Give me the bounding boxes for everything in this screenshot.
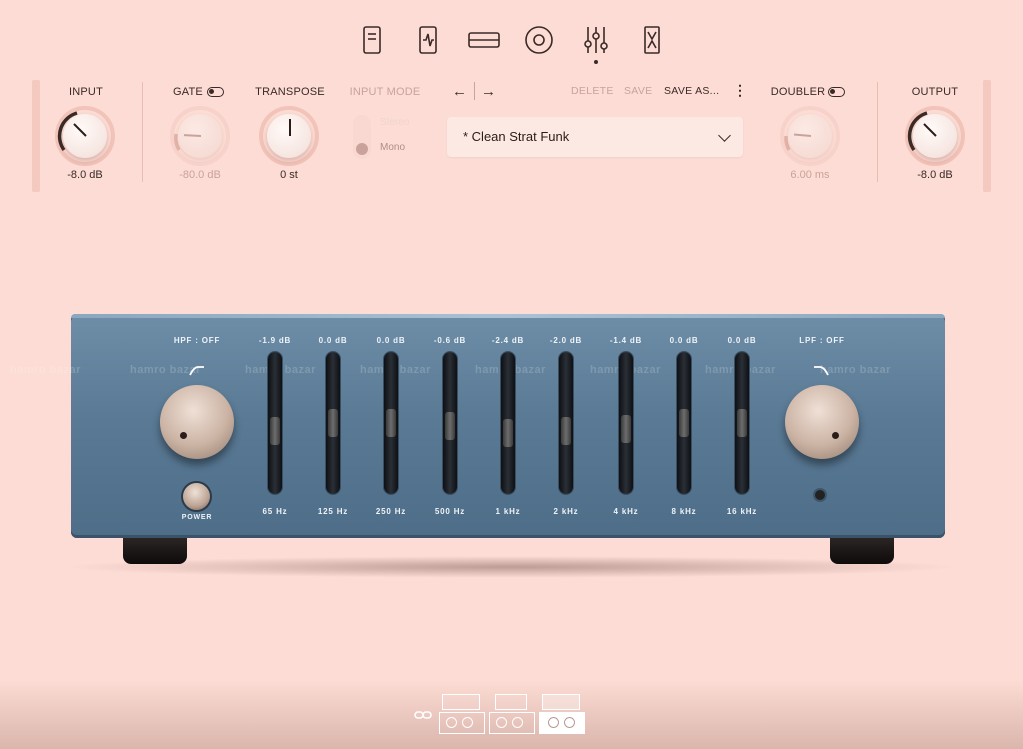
band-gain-label: -2.4 dB (491, 336, 525, 345)
link-icon[interactable] (414, 708, 432, 722)
input-mode-mono[interactable]: Mono (380, 142, 405, 153)
band-frequency-label: 1 kHz (495, 507, 521, 516)
doubler-label: DOUBLER (770, 86, 826, 98)
band-frequency-label: 250 Hz (375, 507, 407, 516)
amp-icon[interactable] (467, 24, 501, 56)
slider-handle[interactable] (270, 416, 280, 445)
band-gain-label: 0.0 dB (727, 336, 757, 345)
speaker-icon[interactable] (524, 24, 554, 56)
slider-handle[interactable] (328, 409, 338, 437)
slider-handle[interactable] (561, 417, 571, 446)
unit-foot-right (830, 538, 894, 564)
band-slider[interactable] (326, 352, 340, 494)
hpf-knob[interactable] (160, 385, 234, 459)
divider (877, 82, 878, 182)
input-knob[interactable] (55, 106, 115, 166)
next-preset-arrow[interactable]: → (481, 83, 496, 100)
band-frequency-label: 16 kHz (726, 507, 758, 516)
doubler-knob[interactable] (780, 106, 840, 166)
band-slider[interactable] (443, 352, 457, 494)
input-mode-label: INPUT MODE (349, 86, 421, 98)
divider (142, 82, 143, 182)
slider-handle[interactable] (445, 411, 455, 440)
output-value: -8.0 dB (917, 169, 953, 181)
band-slider[interactable] (384, 352, 398, 494)
stompbox-icon[interactable] (413, 24, 443, 56)
rack-1[interactable] (439, 694, 485, 736)
band-gain-label: 0.0 dB (318, 336, 348, 345)
band-gain-label: -2.0 dB (549, 336, 583, 345)
hourglass-icon[interactable] (637, 24, 667, 56)
power-button[interactable] (183, 483, 210, 510)
input-label: INPUT (69, 86, 103, 98)
preset-name: * Clean Strat Funk (463, 129, 570, 144)
eq-sliders-icon[interactable] (581, 24, 611, 56)
lpf-knob[interactable] (785, 385, 859, 459)
save-as-button[interactable]: SAVE AS... (664, 85, 719, 97)
preset-dropdown[interactable]: * Clean Strat Funk (447, 117, 743, 157)
transpose-value: 0 st (280, 169, 298, 181)
band-gain-label: 0.0 dB (669, 336, 699, 345)
more-menu-icon[interactable]: ⋮ (733, 82, 747, 99)
slider-handle[interactable] (621, 414, 631, 443)
band-frequency-label: 8 kHz (671, 507, 697, 516)
gate-value: -80.0 dB (179, 169, 221, 181)
rack-3[interactable] (539, 694, 585, 736)
rack-2[interactable] (489, 694, 535, 736)
band-frequency-label: 2 kHz (553, 507, 579, 516)
doubler-value: 6.00 ms (790, 169, 830, 181)
gate-label: GATE (173, 86, 203, 98)
unit-shadow (60, 556, 960, 578)
transpose-knob[interactable] (259, 106, 319, 166)
band-gain-label: -1.4 dB (609, 336, 643, 345)
output-label: OUTPUT (911, 86, 959, 98)
band-slider[interactable] (268, 352, 282, 494)
band-slider[interactable] (677, 352, 691, 494)
band-gain-label: -0.6 dB (433, 336, 467, 345)
watermark: hamro bazar (820, 364, 891, 376)
band-slider[interactable] (501, 352, 515, 494)
band-slider[interactable] (559, 352, 573, 494)
lpf-label: LPF : OFF (799, 336, 845, 345)
unit-foot-left (123, 538, 187, 564)
divider (474, 82, 475, 100)
band-gain-label: 0.0 dB (376, 336, 406, 345)
slider-handle[interactable] (386, 409, 396, 437)
input-mode-handle (356, 143, 368, 155)
hpf-label: HPF : OFF (173, 336, 221, 345)
band-frequency-label: 500 Hz (434, 507, 466, 516)
band-frequency-label: 125 Hz (317, 507, 349, 516)
chevron-down-icon (718, 129, 731, 142)
status-led (815, 490, 825, 500)
gate-knob[interactable] (170, 106, 230, 166)
input-value: -8.0 dB (67, 169, 103, 181)
power-label: POWER (181, 514, 213, 521)
gate-toggle[interactable] (207, 87, 224, 97)
slider-handle[interactable] (679, 409, 689, 437)
transpose-label: TRANSPOSE (255, 86, 325, 98)
band-gain-label: -1.9 dB (258, 336, 292, 345)
band-slider[interactable] (619, 352, 633, 494)
band-frequency-label: 4 kHz (613, 507, 639, 516)
pedal-icon[interactable] (357, 24, 387, 56)
active-tab-indicator (594, 60, 598, 64)
input-meter (32, 80, 40, 192)
band-slider[interactable] (735, 352, 749, 494)
watermark: hamro bazar (10, 364, 81, 376)
slider-handle[interactable] (737, 409, 747, 437)
output-knob[interactable] (905, 106, 965, 166)
prev-preset-arrow[interactable]: ← (452, 83, 467, 100)
doubler-toggle[interactable] (828, 87, 845, 97)
output-meter (983, 80, 991, 192)
lpf-curve-icon (814, 366, 829, 376)
hpf-curve-icon (189, 366, 204, 376)
input-mode-stereo[interactable]: Stereo (380, 117, 409, 128)
band-frequency-label: 65 Hz (262, 507, 288, 516)
slider-handle[interactable] (503, 419, 513, 447)
delete-button[interactable]: DELETE (571, 85, 614, 97)
save-button[interactable]: SAVE (624, 85, 652, 97)
